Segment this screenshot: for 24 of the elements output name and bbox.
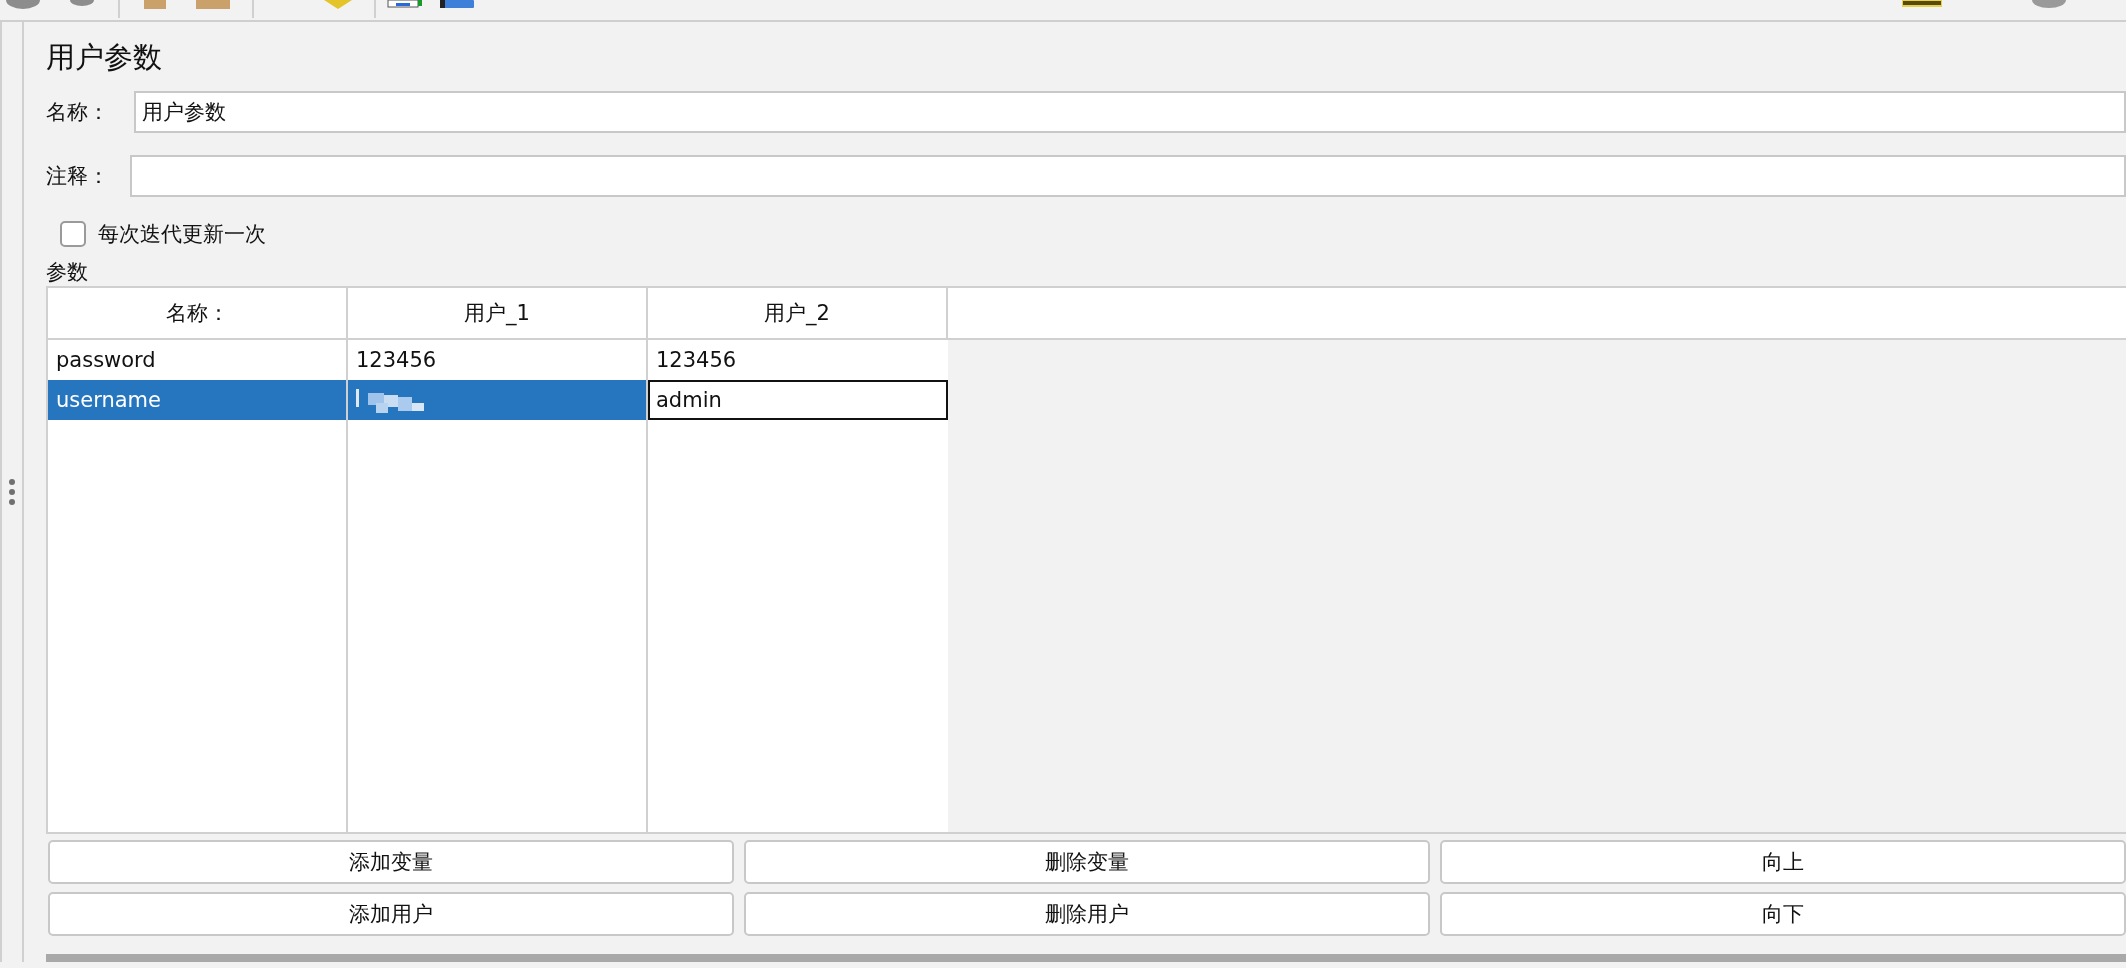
table-cell[interactable]: admin — [648, 380, 948, 420]
action-button[interactable]: 删除用户 — [744, 892, 1430, 936]
section-label: 参数 — [46, 259, 89, 286]
table-cell[interactable]: password — [48, 340, 346, 380]
input-field[interactable]: 用户参数 — [134, 91, 2126, 133]
action-button[interactable]: 向上 — [1440, 840, 2126, 884]
action-button[interactable]: 添加用户 — [48, 892, 734, 936]
checkbox-label: 每次迭代更新一次 — [98, 221, 266, 248]
action-button[interactable]: 向下 — [1440, 892, 2126, 936]
column-header[interactable]: 用户_1 — [348, 288, 648, 338]
drag-handle-icon[interactable] — [8, 478, 16, 506]
input-field[interactable] — [130, 155, 2126, 197]
toolbar-icon[interactable] — [1902, 0, 1942, 10]
field-label: 注释： — [46, 163, 110, 190]
column-header[interactable]: 名称： — [48, 288, 348, 338]
field-label: 名称： — [46, 99, 110, 126]
panel-title: 用户参数 — [46, 39, 163, 76]
checkbox[interactable] — [60, 221, 86, 247]
table-cell[interactable]: 123456 — [348, 340, 646, 380]
action-button[interactable]: 添加变量 — [48, 840, 734, 884]
table-cell[interactable]: 123456 — [648, 340, 948, 380]
action-button[interactable]: 删除变量 — [744, 840, 1430, 884]
toolbar-icon[interactable] — [440, 0, 474, 10]
table-cell[interactable]: username — [48, 380, 346, 420]
